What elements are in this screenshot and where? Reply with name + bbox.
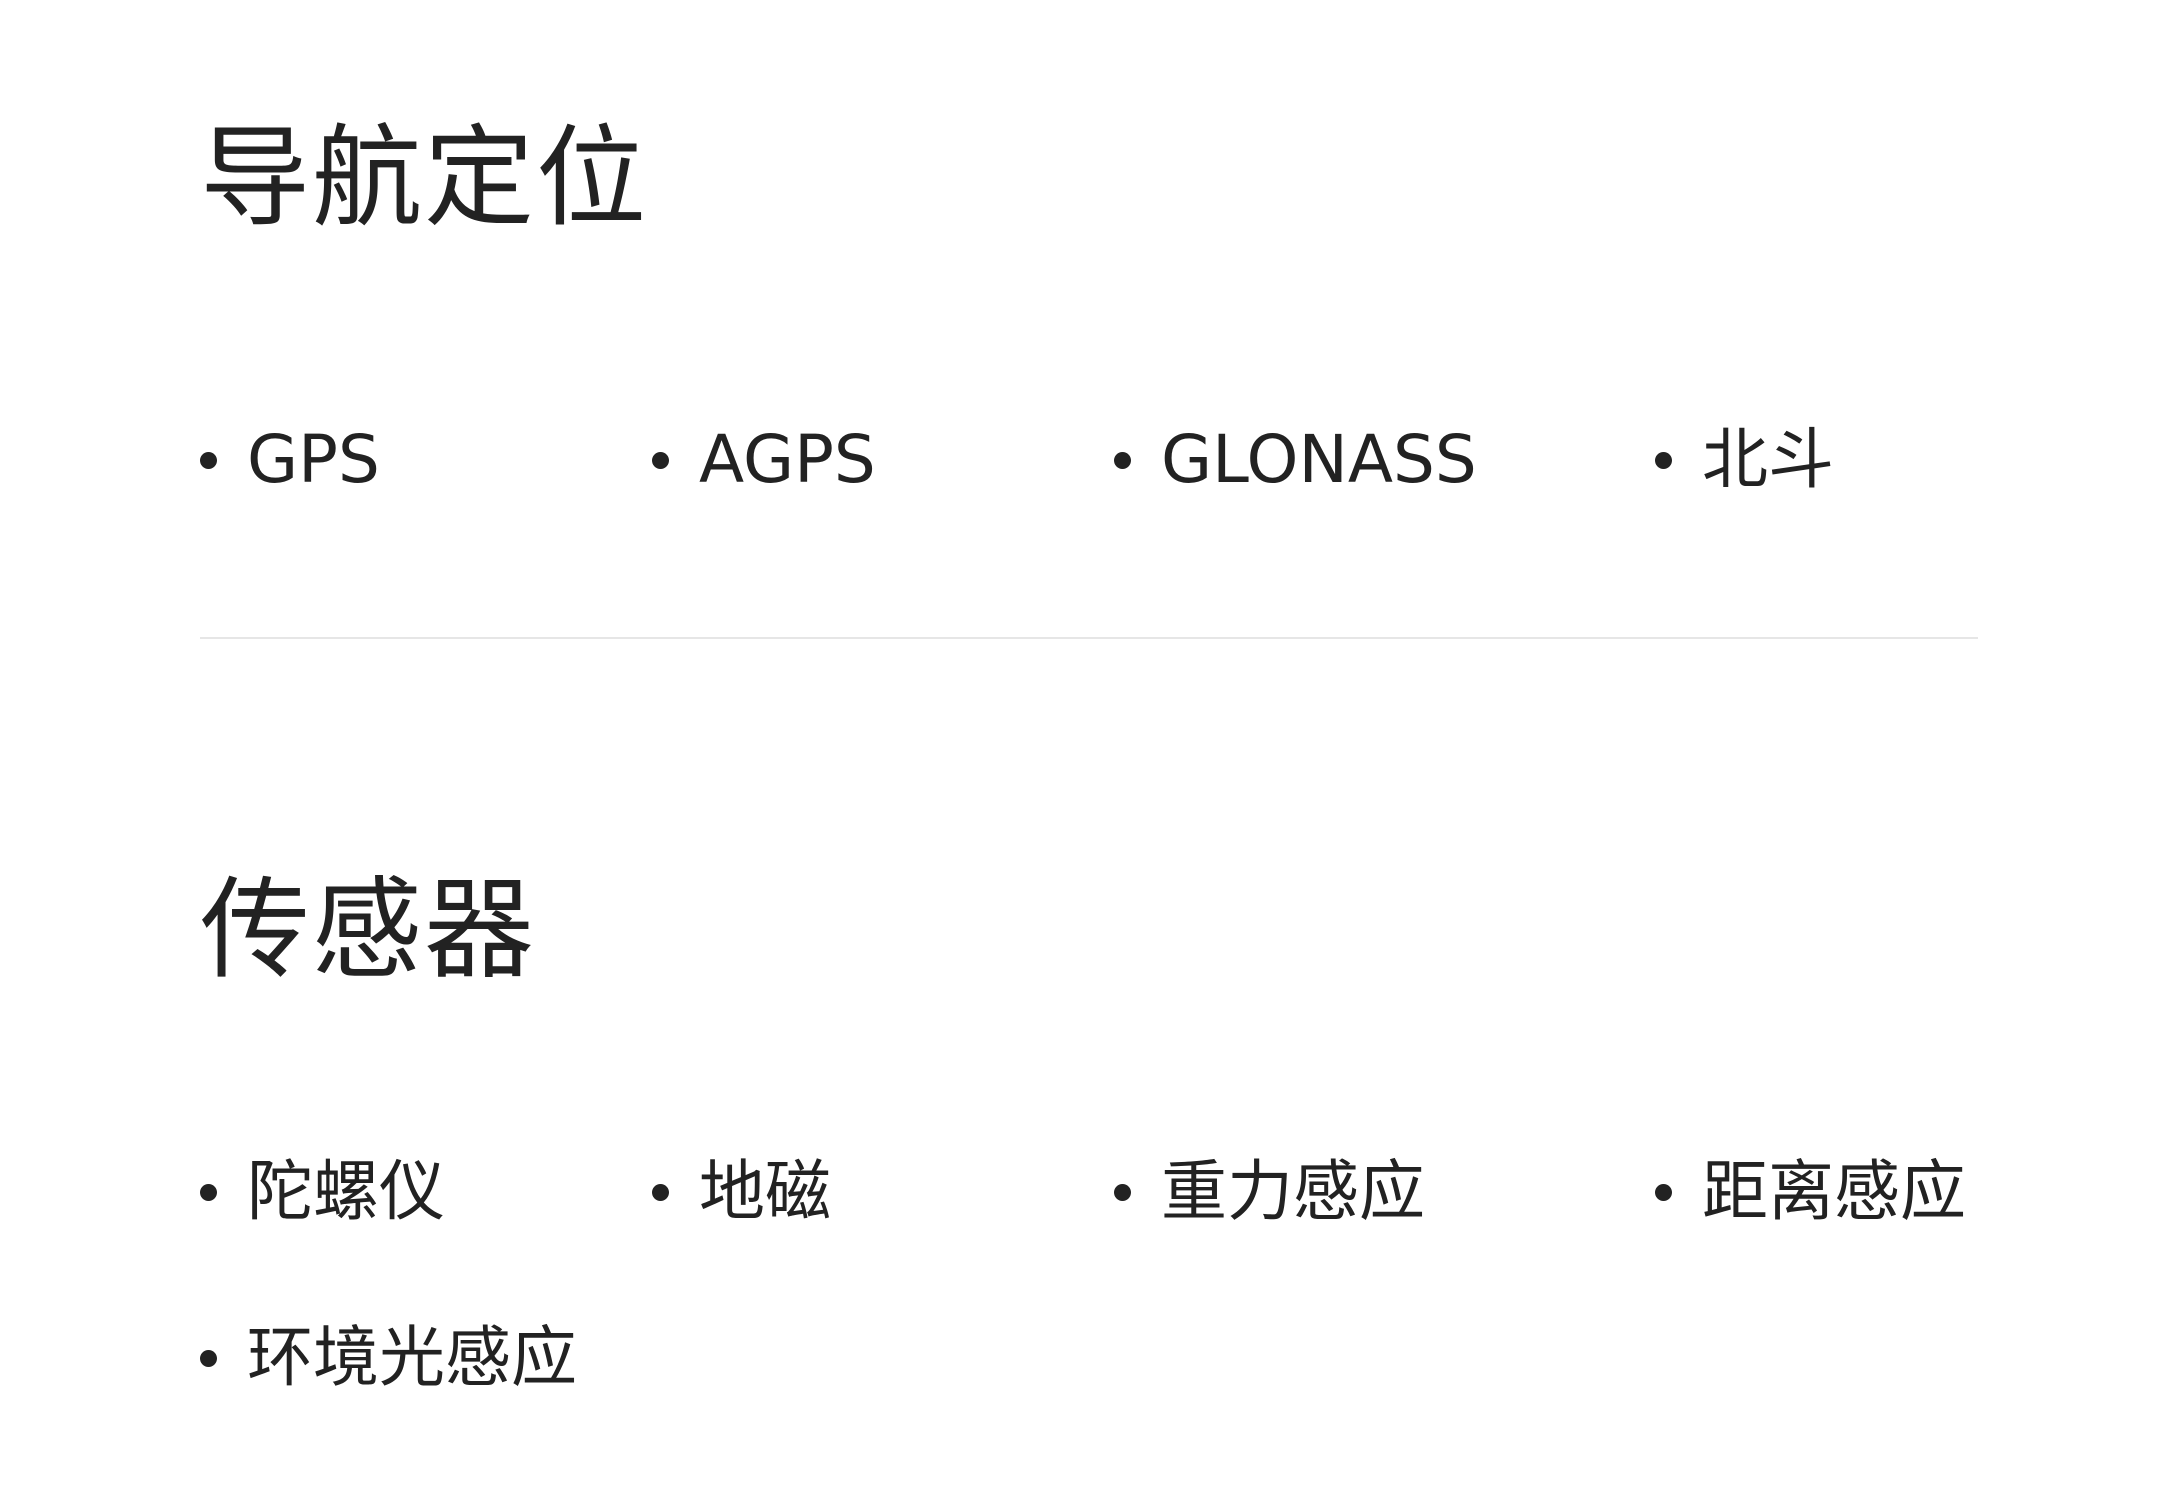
list-item: 地磁 xyxy=(652,1158,1114,1226)
bullet-icon xyxy=(1114,1183,1131,1201)
spec-label: 地磁 xyxy=(699,1153,831,1230)
spec-label: 陀螺仪 xyxy=(247,1153,445,1230)
bullet-icon xyxy=(652,451,669,469)
list-item: 距离感应 xyxy=(1655,1158,1980,1226)
list-item: AGPS xyxy=(652,426,1114,494)
list-item: GPS xyxy=(200,426,652,494)
spec-label: GPS xyxy=(247,421,380,498)
spec-label: 北斗 xyxy=(1702,421,1834,498)
spec-label: GLONASS xyxy=(1161,421,1477,498)
list-item: 北斗 xyxy=(1655,426,1980,494)
sensors-title: 传感器 xyxy=(200,866,536,994)
section-divider xyxy=(200,637,1978,639)
spec-page: 导航定位 GPS AGPS GLONASS 北斗 传感器 陀螺仪 地磁 重力感应… xyxy=(0,0,2160,1497)
spec-label: AGPS xyxy=(699,421,876,498)
list-item: 环境光感应 xyxy=(200,1324,652,1392)
spec-label: 环境光感应 xyxy=(247,1319,577,1396)
bullet-icon xyxy=(200,1349,217,1367)
list-item: GLONASS xyxy=(1114,426,1655,494)
list-item: 重力感应 xyxy=(1114,1158,1655,1226)
bullet-icon xyxy=(652,1183,669,1201)
navigation-section: 导航定位 GPS AGPS GLONASS 北斗 xyxy=(200,118,1980,494)
sensors-section: 传感器 陀螺仪 地磁 重力感应 距离感应 环境光感应 xyxy=(200,870,1980,1392)
bullet-icon xyxy=(1655,451,1672,469)
list-item: 陀螺仪 xyxy=(200,1158,652,1226)
bullet-icon xyxy=(200,451,217,469)
bullet-icon xyxy=(200,1183,217,1201)
sensors-list: 陀螺仪 地磁 重力感应 距离感应 环境光感应 xyxy=(200,1158,1980,1392)
bullet-icon xyxy=(1655,1183,1672,1201)
navigation-title: 导航定位 xyxy=(200,114,648,242)
bullet-icon xyxy=(1114,451,1131,469)
navigation-list: GPS AGPS GLONASS 北斗 xyxy=(200,426,1980,494)
spec-label: 距离感应 xyxy=(1702,1153,1966,1230)
spec-label: 重力感应 xyxy=(1161,1153,1425,1230)
